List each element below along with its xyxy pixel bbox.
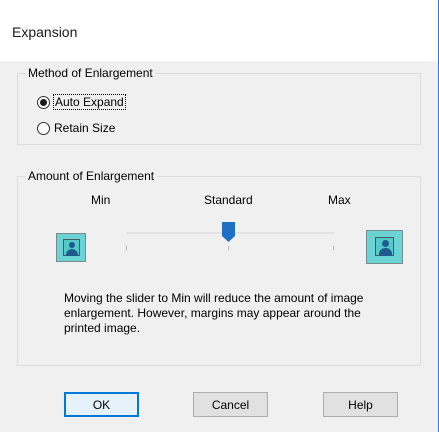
slider-tick — [228, 246, 229, 250]
standard-label: Standard — [204, 193, 253, 207]
max-label: Max — [328, 193, 351, 207]
dialog-title: Expansion — [12, 24, 78, 40]
amount-group-label: Amount of Enlargement — [25, 169, 158, 183]
enlargement-description: Moving the slider to Min will reduce the… — [64, 291, 364, 335]
retain-size-label[interactable]: Retain Size — [53, 121, 116, 135]
image-large-icon — [366, 230, 403, 264]
dialog-header: Expansion — [0, 0, 438, 61]
slider-tick — [333, 246, 334, 250]
slider-thumb[interactable] — [222, 222, 235, 242]
auto-expand-label[interactable]: Auto Expand — [53, 94, 126, 110]
cancel-button[interactable]: Cancel — [193, 392, 268, 417]
ok-button[interactable]: OK — [64, 392, 139, 417]
method-group-label: Method of Enlargement — [25, 66, 156, 80]
min-label: Min — [91, 193, 111, 207]
expansion-dialog: Expansion Method of Enlargement Auto Exp… — [0, 0, 439, 432]
retain-size-option[interactable]: Retain Size — [37, 120, 116, 136]
image-small-icon — [56, 233, 86, 262]
retain-size-radio[interactable] — [37, 121, 50, 135]
slider-tick — [126, 246, 127, 250]
auto-expand-option[interactable]: Auto Expand — [37, 94, 126, 110]
auto-expand-radio[interactable] — [37, 95, 50, 109]
help-button[interactable]: Help — [323, 392, 398, 417]
